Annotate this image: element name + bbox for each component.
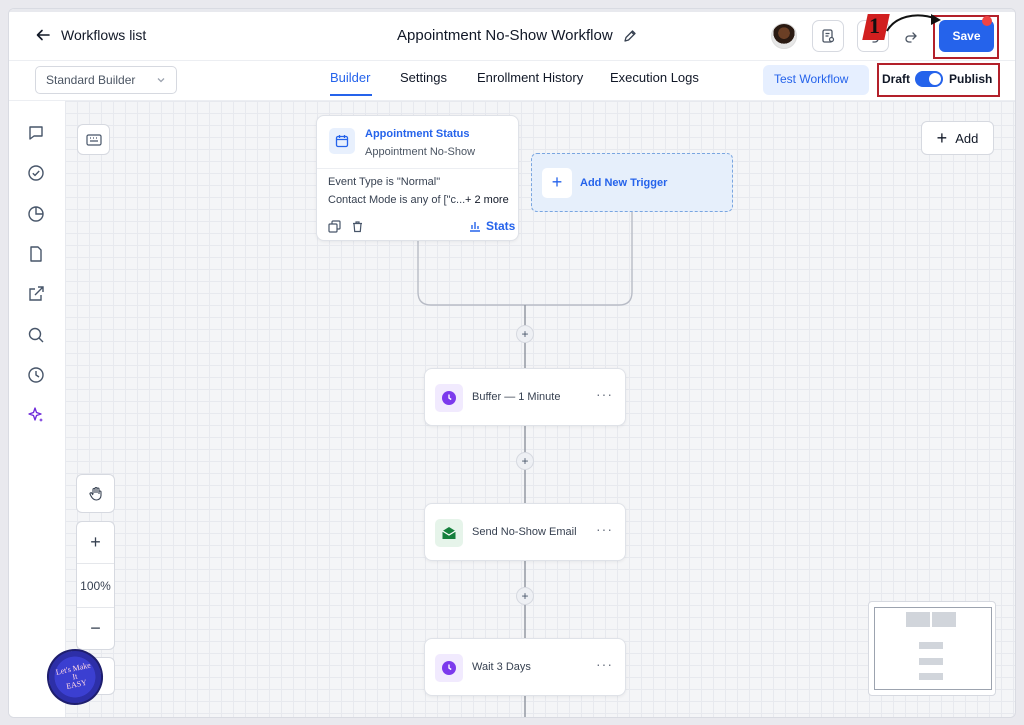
trash-icon[interactable] — [351, 220, 364, 233]
badge-line-3: EASY — [65, 677, 88, 691]
more-options-icon[interactable]: ··· — [596, 521, 613, 537]
trigger-filter-1: Event Type is "Normal" — [328, 176, 441, 188]
trigger-subtitle: Appointment No-Show — [365, 146, 476, 158]
action-label: Send No-Show Email — [472, 526, 577, 538]
add-step-button[interactable]: + — [516, 452, 534, 470]
action-card-email[interactable]: Send No-Show Email ··· — [424, 503, 626, 561]
copy-icon[interactable] — [328, 220, 341, 233]
more-options-icon[interactable]: ··· — [596, 656, 613, 672]
pan-tool-button[interactable] — [76, 474, 115, 513]
zoom-in-button[interactable]: + — [77, 522, 114, 564]
add-step-button[interactable]: + — [516, 325, 534, 343]
clock-icon — [435, 654, 463, 682]
trigger-card-actions — [328, 220, 364, 233]
action-label: Wait 3 Days — [472, 661, 531, 673]
app-window: Workflows list Appointment No-Show Workf… — [8, 8, 1016, 718]
minimap-node — [932, 612, 956, 627]
minimap-node — [919, 658, 943, 665]
email-icon — [435, 519, 463, 547]
minimap-node — [919, 642, 943, 649]
hand-icon — [77, 475, 114, 512]
minimap-node — [919, 673, 943, 680]
clock-icon — [435, 384, 463, 412]
trigger-more-filters[interactable]: + 2 more — [465, 194, 509, 206]
stats-button[interactable]: Stats — [469, 219, 515, 233]
trigger-card[interactable]: Appointment Status Appointment No-Show E… — [316, 115, 519, 241]
minimap-viewport — [874, 607, 992, 690]
trigger-filter-2: Contact Mode is any of ["c... — [328, 194, 466, 206]
calendar-icon — [329, 128, 355, 154]
action-label: Buffer — 1 Minute — [472, 391, 561, 403]
zoom-out-button[interactable]: − — [77, 608, 114, 649]
zoom-level: 100% — [77, 564, 114, 608]
bar-chart-icon — [470, 222, 480, 232]
action-card-buffer[interactable]: Buffer — 1 Minute ··· — [424, 368, 626, 426]
plus-icon: + — [542, 167, 572, 198]
add-new-trigger-label: Add New Trigger — [580, 176, 668, 189]
stats-label: Stats — [486, 219, 516, 233]
trigger-title: Appointment Status — [365, 128, 470, 140]
action-card-wait[interactable]: Wait 3 Days ··· — [424, 638, 626, 696]
add-step-button[interactable]: + — [516, 587, 534, 605]
zoom-controls: + 100% − — [76, 521, 115, 650]
minimap[interactable] — [868, 601, 996, 696]
minimap-node — [906, 612, 930, 627]
trigger-divider — [317, 168, 518, 169]
more-options-icon[interactable]: ··· — [596, 386, 613, 402]
add-new-trigger-button[interactable]: + Add New Trigger — [531, 153, 733, 212]
